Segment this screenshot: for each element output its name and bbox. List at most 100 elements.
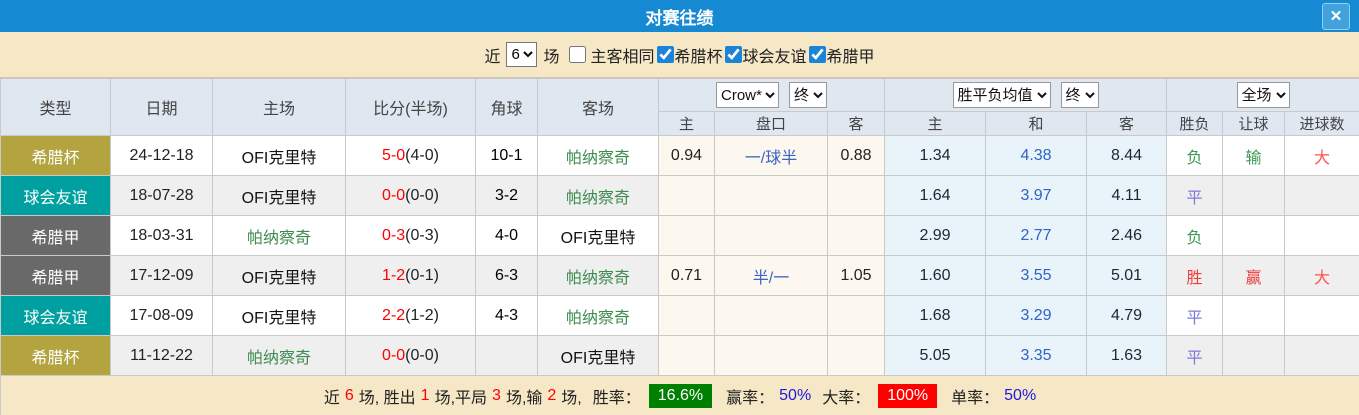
match-type: 希腊甲	[1, 256, 111, 296]
avg-home-odds: 5.05	[885, 336, 986, 376]
col-header-date: 日期	[111, 79, 213, 136]
summary-text-2: 场,平局	[435, 384, 487, 408]
home-win-rate: 50%	[779, 387, 811, 405]
title-bar: 对赛往绩 ✕	[0, 0, 1359, 32]
result-cell: 平	[1167, 176, 1223, 216]
handicap-result-cell: 输	[1223, 136, 1285, 176]
home-team: OFI克里特	[213, 296, 346, 336]
goals-result-cell	[1285, 296, 1359, 336]
crow-home-odds: 0.71	[659, 256, 715, 296]
club-friendly-checkbox[interactable]	[725, 46, 742, 63]
fulltime-score: 5-0	[382, 147, 405, 164]
handicap-line	[715, 216, 828, 256]
fulltime-score: 0-0	[382, 187, 405, 204]
recent-label: 近	[484, 43, 500, 67]
subcol-goals: 进球数	[1285, 112, 1359, 136]
home-team: 帕纳察奇	[213, 216, 346, 256]
recent-count-select[interactable]: 6	[506, 42, 537, 67]
result-cell: 负	[1167, 136, 1223, 176]
avg-home-odds: 2.99	[885, 216, 986, 256]
match-date: 18-03-31	[111, 216, 213, 256]
home-team: OFI克里特	[213, 256, 346, 296]
over-rate-label: 大率：	[822, 384, 870, 408]
crow-home-odds	[659, 216, 715, 256]
score-cell: 0-0(0-0)	[346, 336, 476, 376]
corner-cell: 4-3	[476, 296, 538, 336]
summary-row: 近 6 场, 胜出 1 场,平局 3 场,输 2 场, 胜率： 16.6% 赢率…	[1, 376, 1359, 415]
corner-cell: 6-3	[476, 256, 538, 296]
avg-away-odds: 4.79	[1087, 296, 1167, 336]
goals-result-cell	[1285, 176, 1359, 216]
greek-league-checkbox[interactable]	[809, 46, 826, 63]
scope-select[interactable]: 全场	[1237, 82, 1290, 108]
avg-away-odds: 5.01	[1087, 256, 1167, 296]
summary-text-1: 场, 胜出	[359, 384, 416, 408]
games-label: 场	[543, 43, 559, 67]
halftime-score: (1-2)	[405, 307, 439, 324]
avg-home-odds: 1.68	[885, 296, 986, 336]
crow-away-odds	[828, 176, 885, 216]
table-row: 希腊杯 24-12-18 OFI克里特 5-0(4-0) 10-1 帕纳察奇 0…	[1, 136, 1359, 176]
subcol-result: 胜负	[1167, 112, 1223, 136]
table-row: 球会友谊 18-07-28 OFI克里特 0-0(0-0) 3-2 帕纳察奇 1…	[1, 176, 1359, 216]
avg-time-select[interactable]: 终	[1061, 82, 1099, 108]
competition-filter-greek-cup[interactable]: 希腊杯	[655, 43, 723, 67]
summary-stats: 近 6 场, 胜出 1 场,平局 3 场,输 2 场, 胜率： 16.6% 赢率…	[1, 384, 1359, 408]
handicap-line	[715, 176, 828, 216]
crow-away-odds	[828, 296, 885, 336]
handicap-time-select[interactable]: 终	[789, 82, 827, 108]
close-button[interactable]: ✕	[1322, 3, 1350, 30]
avg-odds-select[interactable]: 胜平负均值	[953, 82, 1051, 108]
away-team: 帕纳察奇	[538, 256, 659, 296]
subcol-avg-away: 客	[1087, 112, 1167, 136]
competition-filter-club-friendly[interactable]: 球会友谊	[723, 43, 807, 67]
score-cell: 0-3(0-3)	[346, 216, 476, 256]
over-rate-badge: 100%	[878, 384, 937, 408]
handicap-result-cell	[1223, 296, 1285, 336]
subcol-avg-home: 主	[885, 112, 986, 136]
avg-home-odds: 1.34	[885, 136, 986, 176]
summary-text-3: 场,输	[506, 384, 542, 408]
greek-cup-label: 希腊杯	[675, 43, 723, 67]
handicap-result-cell	[1223, 176, 1285, 216]
crow-away-odds: 0.88	[828, 136, 885, 176]
score-cell: 0-0(0-0)	[346, 176, 476, 216]
bookmaker-select[interactable]: Crow*	[716, 82, 779, 108]
same-venue-label: 主客相同	[590, 43, 654, 67]
handicap-line	[715, 296, 828, 336]
avg-draw-odds: 4.38	[986, 136, 1087, 176]
handicap-result-cell: 赢	[1223, 256, 1285, 296]
home-team: OFI克里特	[213, 176, 346, 216]
avg-away-odds: 4.11	[1087, 176, 1167, 216]
same-venue-checkbox[interactable]	[569, 46, 586, 63]
fulltime-score: 2-2	[382, 307, 405, 324]
competition-filter-greek-league[interactable]: 希腊甲	[807, 43, 875, 67]
handicap-line: 一/球半	[715, 136, 828, 176]
odd-rate: 50%	[1004, 387, 1036, 405]
goals-result-cell	[1285, 216, 1359, 256]
subcol-crow-away: 客	[828, 112, 885, 136]
head-to-head-table: 类型 日期 主场 比分(半场) 角球 客场 Crow* 终 胜平负均值 终	[0, 78, 1359, 415]
summary-draws: 3	[492, 387, 501, 405]
avg-away-odds: 1.63	[1087, 336, 1167, 376]
fulltime-score: 0-3	[382, 227, 405, 244]
away-team: 帕纳察奇	[538, 176, 659, 216]
goals-result-cell: 大	[1285, 256, 1359, 296]
away-team: OFI克里特	[538, 336, 659, 376]
summary-losses: 2	[547, 387, 556, 405]
away-team: 帕纳察奇	[538, 136, 659, 176]
col-header-away: 客场	[538, 79, 659, 136]
crow-away-odds: 1.05	[828, 256, 885, 296]
col-header-type: 类型	[1, 79, 111, 136]
fulltime-score: 0-0	[382, 347, 405, 364]
avg-draw-odds: 3.29	[986, 296, 1087, 336]
greek-cup-checkbox[interactable]	[657, 46, 674, 63]
match-type: 希腊杯	[1, 336, 111, 376]
score-cell: 5-0(4-0)	[346, 136, 476, 176]
subcol-crow-home: 主	[659, 112, 715, 136]
handicap-line	[715, 336, 828, 376]
col-header-score: 比分(半场)	[346, 79, 476, 136]
result-cell: 平	[1167, 296, 1223, 336]
subcol-handicap: 盘口	[715, 112, 828, 136]
summary-wins: 1	[421, 387, 430, 405]
